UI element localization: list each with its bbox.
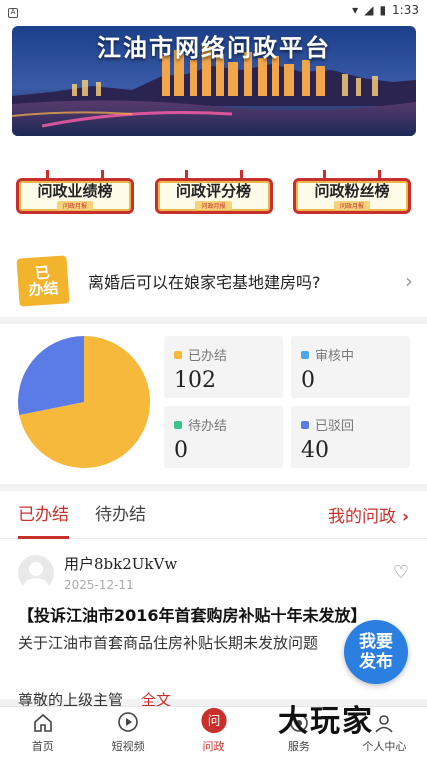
board-frame: 问政业绩榜 问政月报 [16,178,134,214]
tab-pending[interactable]: 待办结 [95,491,146,539]
stat-card-reviewing[interactable]: 审核中 0 [291,336,410,398]
stats-panel: 已办结 102 审核中 0 待办结 0 已驳回 40 [0,324,427,484]
ranking-boards: 问政业绩榜 问政月报 问政评分榜 问政月报 问政粉丝榜 问政月报 [0,150,427,245]
banner-title: 江油市网络问政平台 [97,34,331,62]
legend-dot [301,420,309,429]
banner-image[interactable]: 江油市网络问政平台 [12,26,416,136]
tab-completed[interactable]: 已办结 [18,491,69,539]
tabbar-item-video[interactable]: 短视频 [85,707,170,760]
board-frame: 问政评分榜 问政月报 [154,178,273,214]
stat-name: 审核中 [315,349,355,364]
board-sub: 问政月报 [195,200,232,210]
stat-name: 待办结 [188,419,228,434]
stat-name: 已驳回 [315,419,355,434]
publish-button[interactable]: 我要 发布 [344,620,408,684]
svg-text:问: 问 [207,713,220,728]
notice-text: 离婚后可以在娘家宅基地建房吗? [88,273,321,292]
wifi-icon: ▾ [352,3,359,17]
tabbar-label: 短视频 [111,740,145,753]
heart-icon[interactable]: ♡ [393,562,409,583]
board-sub: 问政月报 [333,200,370,210]
badge-line2: 办结 [27,278,60,300]
chevron-right-icon: › [405,269,413,293]
list-tabs: 已办结 待办结 我的问政 › [0,491,427,539]
stat-card-pending[interactable]: 待办结 0 [164,406,283,468]
legend-dot [174,350,182,359]
my-questions-link[interactable]: 我的问政 › [328,502,409,527]
board-frame: 问政粉丝榜 问政月报 [293,178,411,214]
post-title: 【投诉江油市2016年首套购房补贴十年未发放】 [18,606,367,625]
home-icon [33,713,52,732]
username: 用户8bk2UkVw [64,555,178,573]
notification-icon: A [8,7,18,18]
board-rating[interactable]: 问政评分榜 问政月报 [154,170,273,218]
avatar[interactable] [18,554,54,591]
stat-value: 0 [301,368,315,393]
video-icon [118,712,138,732]
chevron-right-icon: › [401,507,409,527]
publish-line1: 我要 [359,632,393,652]
pie-slice-已驳回 [18,336,84,416]
banner-section: 江油市网络问政平台 [0,20,427,150]
board-sub: 问政月报 [56,200,93,210]
my-questions-label: 我的问政 [327,507,396,527]
status-bar: A ▾ ◢ ▮ 1:33 [0,0,427,20]
post-user: 用户8bk2UkVw 2025-12-11 [64,553,177,592]
board-label: 问政业绩榜 [37,181,113,200]
stats-cards: 已办结 102 审核中 0 待办结 0 已驳回 40 [164,336,410,468]
stat-name: 已办结 [188,349,228,364]
watermark-text: 大玩家 [278,704,374,739]
legend-dot [301,350,309,359]
tabbar-item-home[interactable]: 首页 [0,707,85,760]
stat-value: 102 [174,368,216,393]
tabbar-label: 个人中心 [362,740,407,753]
stat-card-completed[interactable]: 已办结 102 [164,336,283,398]
profile-icon [375,715,393,733]
tabbar-label: 服务 [287,740,310,753]
question-icon: 问 [200,707,227,734]
status-time: 1:33 [392,3,419,17]
publish-line2: 发布 [359,652,393,672]
stat-card-rejected[interactable]: 已驳回 40 [291,406,410,468]
tabbar-label: 首页 [31,740,54,753]
stat-value: 0 [174,438,188,463]
post-header: 用户8bk2UkVw 2025-12-11 ♡ [18,553,409,592]
battery-icon: ▮ [379,3,387,17]
tabbar-label: 问政 [202,740,225,753]
board-label: 问政粉丝榜 [314,181,390,200]
notice-bar[interactable]: 已 办结 离婚后可以在娘家宅基地建房吗? › [0,245,427,317]
tabbar-item-wenzheng[interactable]: 问 问政 [171,707,256,760]
completed-badge: 已 办结 [16,255,70,307]
status-pie-chart [18,336,150,468]
stat-value: 40 [301,438,329,463]
signal-icon: ◢ [364,3,374,17]
board-label: 问政评分榜 [175,181,251,200]
post-date: 2025-12-11 [64,578,134,592]
board-fans[interactable]: 问政粉丝榜 问政月报 [293,170,411,218]
legend-dot [174,420,182,429]
board-performance[interactable]: 问政业绩榜 问政月报 [16,170,134,218]
